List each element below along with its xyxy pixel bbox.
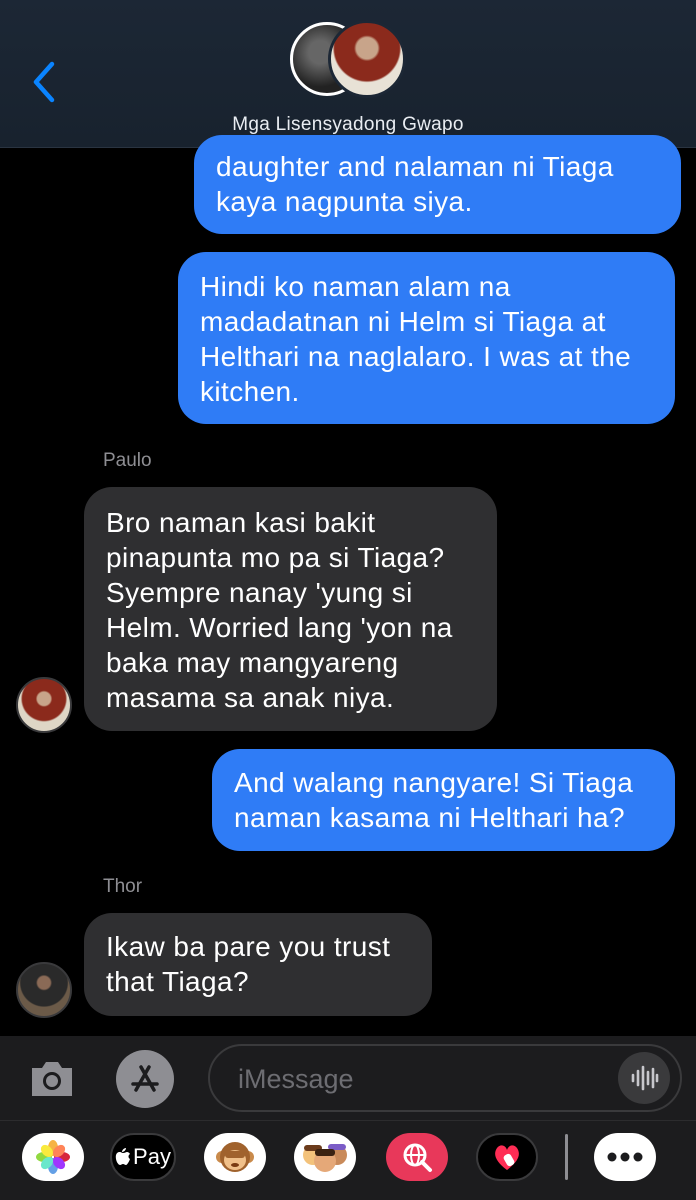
outgoing-message[interactable]: And walang nangyare! Si Tiaga naman kasa… xyxy=(212,749,675,851)
conversation-header: Mga Lisensyadong Gwapo xyxy=(0,0,696,148)
memoji-app-button[interactable] xyxy=(294,1133,356,1181)
globe-search-icon xyxy=(403,1143,432,1172)
sender-name: Thor xyxy=(103,876,143,897)
more-ellipsis-icon xyxy=(607,1152,643,1162)
app-strip-divider xyxy=(565,1134,568,1180)
app-store-icon xyxy=(131,1065,159,1092)
heart-touch-icon xyxy=(495,1145,519,1170)
image-search-app-button[interactable] xyxy=(386,1133,448,1181)
outgoing-message[interactable]: daughter and nalaman ni Tiaga kaya nagpu… xyxy=(194,135,681,234)
group-avatar-stack[interactable] xyxy=(290,20,410,100)
incoming-message[interactable]: Bro naman kasi bakit pinapunta mo pa si … xyxy=(84,487,497,731)
back-chevron-icon[interactable] xyxy=(28,58,62,106)
photos-app-button[interactable] xyxy=(22,1133,84,1181)
memoji-stickers-icon xyxy=(303,1144,347,1172)
monkey-emoji-icon xyxy=(216,1142,254,1172)
compose-bar xyxy=(0,1036,696,1120)
sender-name: Paulo xyxy=(103,450,152,471)
digital-touch-app-button[interactable] xyxy=(476,1133,538,1181)
audio-message-button[interactable] xyxy=(618,1052,670,1104)
group-member-avatar xyxy=(328,20,406,98)
imessage-app-drawer: Pay xyxy=(0,1120,696,1200)
incoming-message[interactable]: Ikaw ba pare you trust that Tiaga? xyxy=(84,913,432,1016)
apple-pay-label: Pay xyxy=(133,1144,171,1169)
more-apps-button[interactable] xyxy=(594,1133,656,1181)
message-field[interactable] xyxy=(208,1044,682,1112)
outgoing-message[interactable]: Hindi ko naman alam na madadatnan ni Hel… xyxy=(178,252,675,424)
sender-avatar[interactable] xyxy=(16,962,72,1018)
apple-pay-button[interactable]: Pay xyxy=(110,1133,176,1181)
app-store-button[interactable] xyxy=(116,1050,174,1108)
waveform-icon xyxy=(631,1065,659,1091)
sender-avatar[interactable] xyxy=(16,677,72,733)
animoji-app-button[interactable] xyxy=(204,1133,266,1181)
apple-logo-icon xyxy=(115,1148,131,1165)
group-name[interactable]: Mga Lisensyadong Gwapo xyxy=(0,114,696,136)
photos-icon xyxy=(36,1140,70,1174)
message-input[interactable] xyxy=(238,1060,598,1098)
camera-icon[interactable] xyxy=(28,1056,76,1100)
